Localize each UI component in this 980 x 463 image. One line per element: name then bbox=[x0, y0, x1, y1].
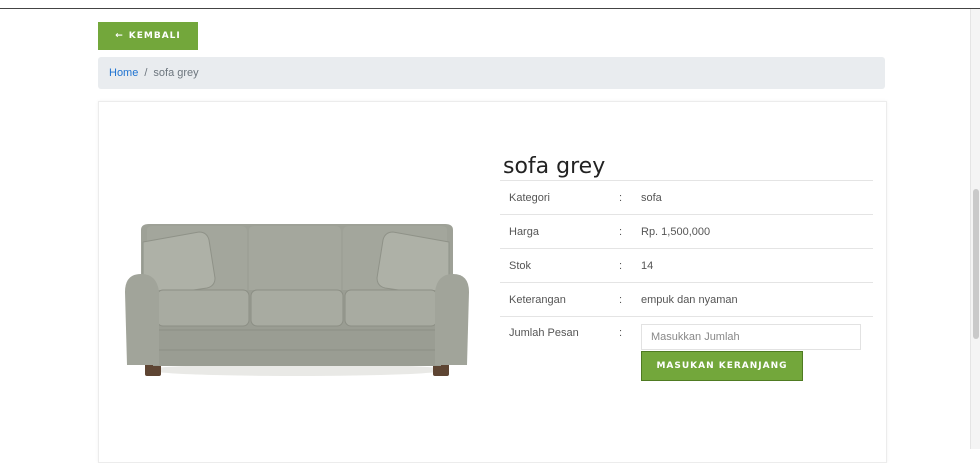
quantity-input[interactable] bbox=[641, 324, 861, 350]
detail-value: empuk dan nyaman bbox=[641, 282, 873, 317]
detail-separator: : bbox=[619, 282, 641, 317]
back-button-label: KEMBALI bbox=[128, 31, 181, 41]
scrollbar[interactable] bbox=[970, 9, 980, 449]
breadcrumb-home-link[interactable]: Home bbox=[109, 67, 138, 79]
detail-label: Keterangan bbox=[500, 282, 619, 317]
detail-value: 14 bbox=[641, 248, 873, 283]
quantity-row: Jumlah Pesan : MASUKAN KERANJANG bbox=[500, 316, 873, 407]
product-details-table: Kategori : sofa Harga : Rp. 1,500,000 St… bbox=[500, 180, 873, 407]
breadcrumb-current: sofa grey bbox=[153, 67, 199, 79]
scrollbar-thumb[interactable] bbox=[973, 189, 979, 339]
detail-row-kategori: Kategori : sofa bbox=[500, 180, 873, 215]
detail-separator: : bbox=[619, 214, 641, 249]
back-button[interactable]: ← KEMBALI bbox=[98, 22, 198, 50]
arrow-left-icon: ← bbox=[115, 31, 124, 41]
detail-row-harga: Harga : Rp. 1,500,000 bbox=[500, 214, 873, 249]
breadcrumb-separator: / bbox=[144, 67, 148, 79]
quantity-separator: : bbox=[619, 316, 641, 407]
add-to-cart-button[interactable]: MASUKAN KERANJANG bbox=[641, 351, 803, 381]
breadcrumb: Home / sofa grey bbox=[98, 57, 885, 89]
quantity-label: Jumlah Pesan bbox=[500, 316, 619, 407]
product-card: sofa grey Kategori : sofa Harga : Rp. 1,… bbox=[98, 101, 887, 463]
detail-label: Kategori bbox=[500, 180, 619, 215]
detail-value: sofa bbox=[641, 180, 873, 215]
top-divider bbox=[0, 8, 980, 9]
sofa-image bbox=[125, 224, 469, 376]
detail-row-stok: Stok : 14 bbox=[500, 248, 873, 283]
detail-separator: : bbox=[619, 180, 641, 215]
detail-label: Harga bbox=[500, 214, 619, 249]
detail-value: Rp. 1,500,000 bbox=[641, 214, 873, 249]
product-title: sofa grey bbox=[503, 154, 606, 179]
detail-separator: : bbox=[619, 248, 641, 283]
detail-row-keterangan: Keterangan : empuk dan nyaman bbox=[500, 282, 873, 317]
detail-label: Stok bbox=[500, 248, 619, 283]
